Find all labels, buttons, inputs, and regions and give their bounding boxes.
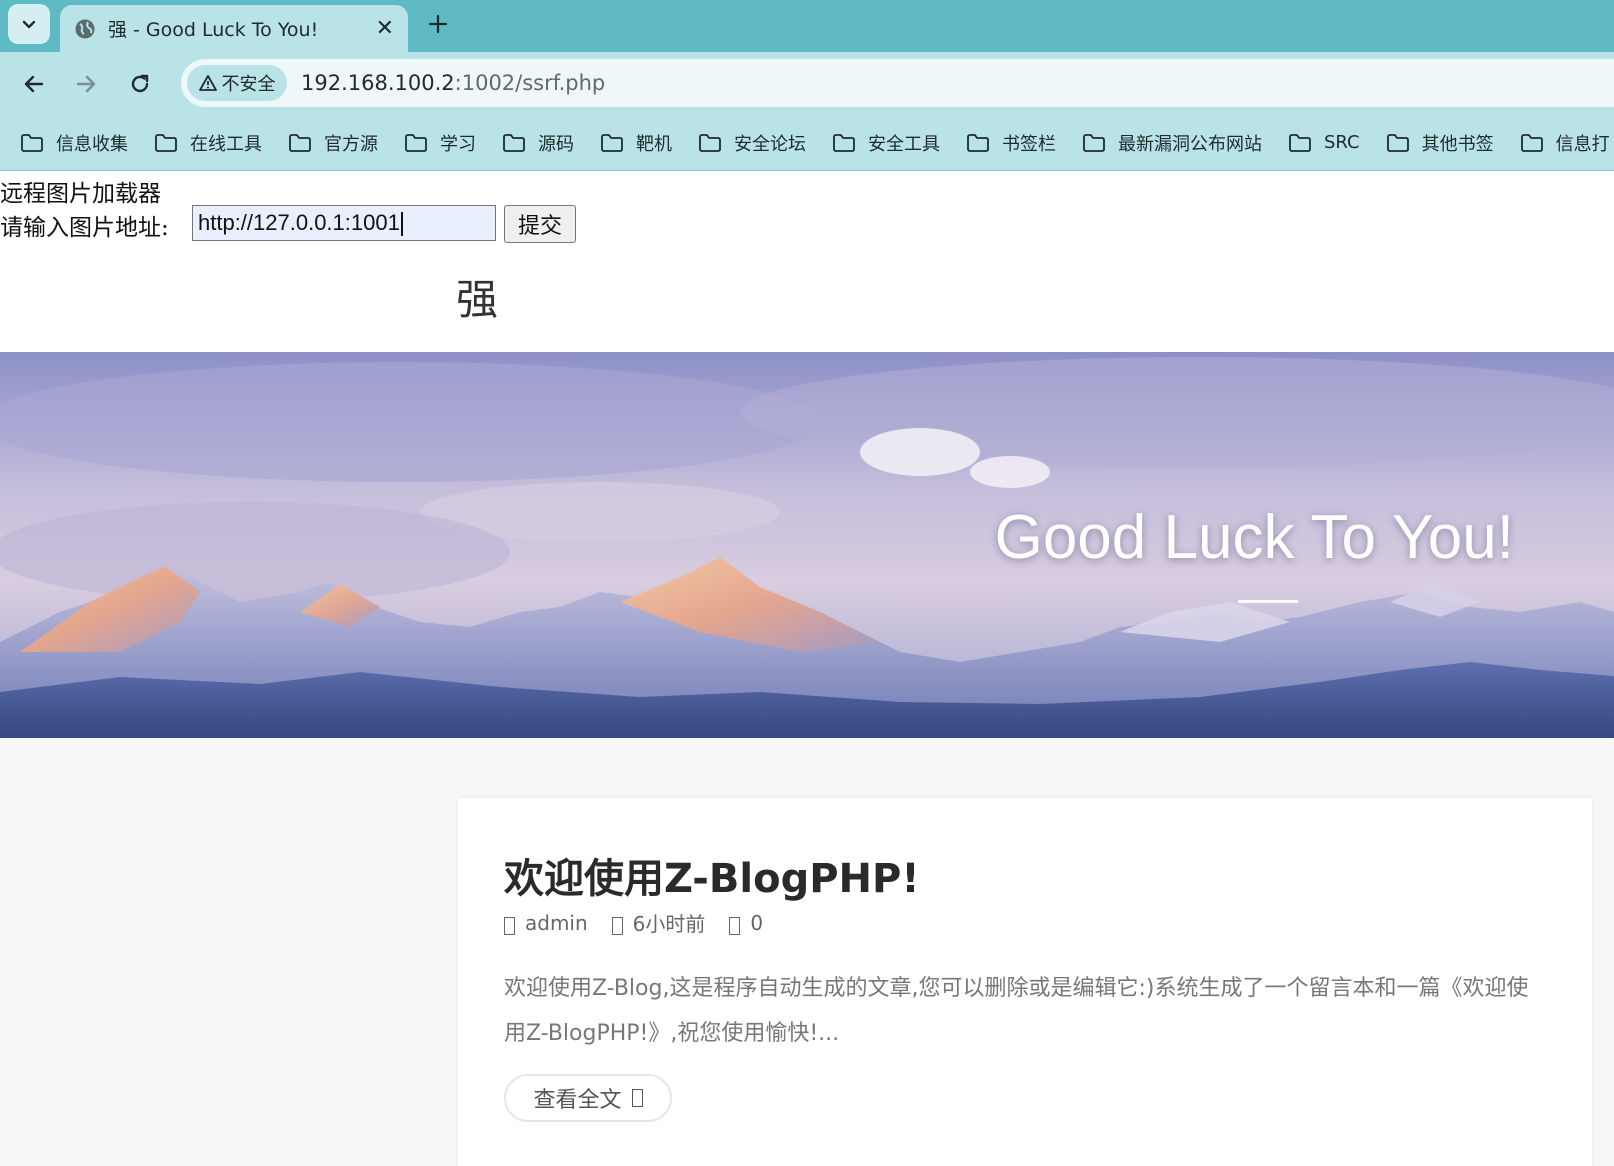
bookmark-label: 安全工具: [868, 133, 940, 155]
banner-divider: [1238, 600, 1298, 603]
address-bar[interactable]: 不安全 192.168.100.2:1002/ssrf.php: [181, 59, 1614, 107]
bookmark-label: 学习: [440, 133, 476, 155]
bookmark-folder[interactable]: 其他书签: [1386, 130, 1494, 156]
bookmark-label: 安全论坛: [734, 133, 806, 155]
close-icon[interactable]: ✕: [376, 16, 394, 41]
bookmark-folder[interactable]: 安全论坛: [698, 130, 806, 156]
post-card: 欢迎使用Z-BlogPHP! admin 6小时前 0 欢迎使用Z-Blog,这…: [458, 798, 1592, 1166]
back-button[interactable]: [14, 64, 54, 104]
url-path: :1002/ssrf.php: [454, 71, 606, 95]
bookmark-label: SRC: [1324, 132, 1360, 153]
bookmark-label: 其他书签: [1421, 133, 1494, 155]
plus-icon: [428, 14, 448, 34]
post-excerpt: 欢迎使用Z-Blog,这是程序自动生成的文章,您可以删除或是编辑它:)系统生成了…: [504, 976, 1529, 1046]
bookmark-folder[interactable]: 官方源: [288, 130, 378, 156]
bookmark-folder[interactable]: 源码: [502, 130, 574, 156]
tab-title: 强 - Good Luck To You!: [108, 19, 319, 41]
bookmark-folder[interactable]: 书签栏: [966, 130, 1056, 156]
folder-icon: [1289, 133, 1311, 152]
arrow-right-icon: [631, 1089, 643, 1107]
comment-icon: [729, 916, 741, 935]
folder-icon: [1520, 133, 1543, 152]
header-banner: Good Luck To You!: [0, 352, 1614, 738]
url-text[interactable]: 192.168.100.2:1002/ssrf.php: [301, 71, 605, 95]
bookmark-label: 在线工具: [190, 133, 262, 155]
post-author[interactable]: admin: [504, 911, 588, 935]
new-tab-button[interactable]: [420, 6, 456, 42]
bookmark-folder[interactable]: 信息打: [1520, 130, 1610, 156]
bookmark-folder[interactable]: 信息收集: [20, 130, 128, 156]
folder-icon: [699, 133, 721, 152]
folder-icon: [601, 133, 623, 152]
tab-search-button[interactable]: [8, 4, 50, 44]
bookmarks-bar: 信息收集 在线工具 官方源 学习 源码 靶机 安全论坛 安全工具 书签栏 最新漏洞公布网站 SRC 其…: [0, 115, 1614, 171]
bookmark-label: 书签栏: [1002, 133, 1056, 155]
bookmark-label: 官方源: [324, 133, 378, 155]
loader-label: 请输入图片地址:: [0, 215, 169, 241]
folder-icon: [967, 133, 989, 152]
bookmark-folder[interactable]: 安全工具: [832, 130, 940, 156]
folder-icon: [155, 133, 177, 152]
post-comments[interactable]: 0: [729, 911, 763, 935]
globe-icon: [75, 19, 95, 38]
arrow-left-icon: [24, 75, 44, 93]
browser-toolbar: 不安全 192.168.100.2:1002/ssrf.php: [0, 52, 1614, 115]
bookmark-folder[interactable]: 靶机: [600, 130, 672, 156]
bookmark-folder[interactable]: SRC: [1288, 132, 1360, 153]
tab-strip: 强 - Good Luck To You! ✕: [0, 0, 1614, 52]
folder-icon: [405, 133, 427, 152]
banner-title: Good Luck To You!: [994, 503, 1514, 572]
post-title[interactable]: 欢迎使用Z-BlogPHP!: [504, 846, 920, 904]
read-more-label: 查看全文: [533, 1088, 622, 1113]
bookmark-label: 信息收集: [56, 133, 128, 155]
loader-title: 远程图片加载器: [0, 181, 161, 207]
bookmark-label: 最新漏洞公布网站: [1118, 133, 1262, 155]
bookmark-label: 信息打: [1555, 133, 1610, 155]
folder-icon: [833, 133, 855, 152]
security-label: 不安全: [221, 74, 276, 95]
post-time-text: 6小时前: [632, 912, 706, 936]
url-host: 192.168.100.2: [301, 71, 455, 95]
reload-icon: [131, 74, 149, 93]
folder-icon: [1083, 133, 1105, 152]
bookmark-label: 靶机: [636, 133, 672, 155]
reload-button[interactable]: [120, 64, 160, 104]
folder-icon: [21, 133, 43, 152]
read-more-button[interactable]: 查看全文: [504, 1074, 672, 1122]
post-time: 6小时前: [611, 908, 706, 937]
submit-button[interactable]: 提交: [504, 205, 576, 243]
bookmark-label: 源码: [538, 133, 574, 155]
post-comment-count: 0: [750, 910, 764, 935]
folder-icon: [1386, 133, 1409, 152]
post-author-name: admin: [525, 910, 588, 935]
post-meta: admin 6小时前 0: [504, 908, 787, 937]
clock-icon: [611, 916, 623, 935]
site-logo[interactable]: 强: [456, 266, 498, 327]
bookmark-folder[interactable]: 最新漏洞公布网站: [1082, 130, 1262, 156]
image-url-value: http://127.0.0.1:1001: [198, 210, 400, 235]
folder-icon: [503, 133, 525, 152]
page-viewport: 远程图片加载器 请输入图片地址: http://127.0.0.1:1001 提…: [0, 172, 1614, 1166]
folder-icon: [289, 133, 311, 152]
user-icon: [504, 916, 515, 935]
image-url-input[interactable]: http://127.0.0.1:1001: [192, 205, 496, 241]
bookmark-folder[interactable]: 学习: [404, 130, 476, 156]
chevron-down-icon: [22, 20, 36, 29]
warning-icon: [198, 75, 217, 91]
arrow-right-icon: [76, 75, 96, 93]
bookmark-folder[interactable]: 在线工具: [154, 130, 262, 156]
tab-active[interactable]: 强 - Good Luck To You! ✕: [60, 5, 408, 52]
forward-button[interactable]: [66, 64, 106, 104]
text-caret: [400, 212, 403, 237]
security-indicator[interactable]: 不安全: [187, 65, 287, 101]
